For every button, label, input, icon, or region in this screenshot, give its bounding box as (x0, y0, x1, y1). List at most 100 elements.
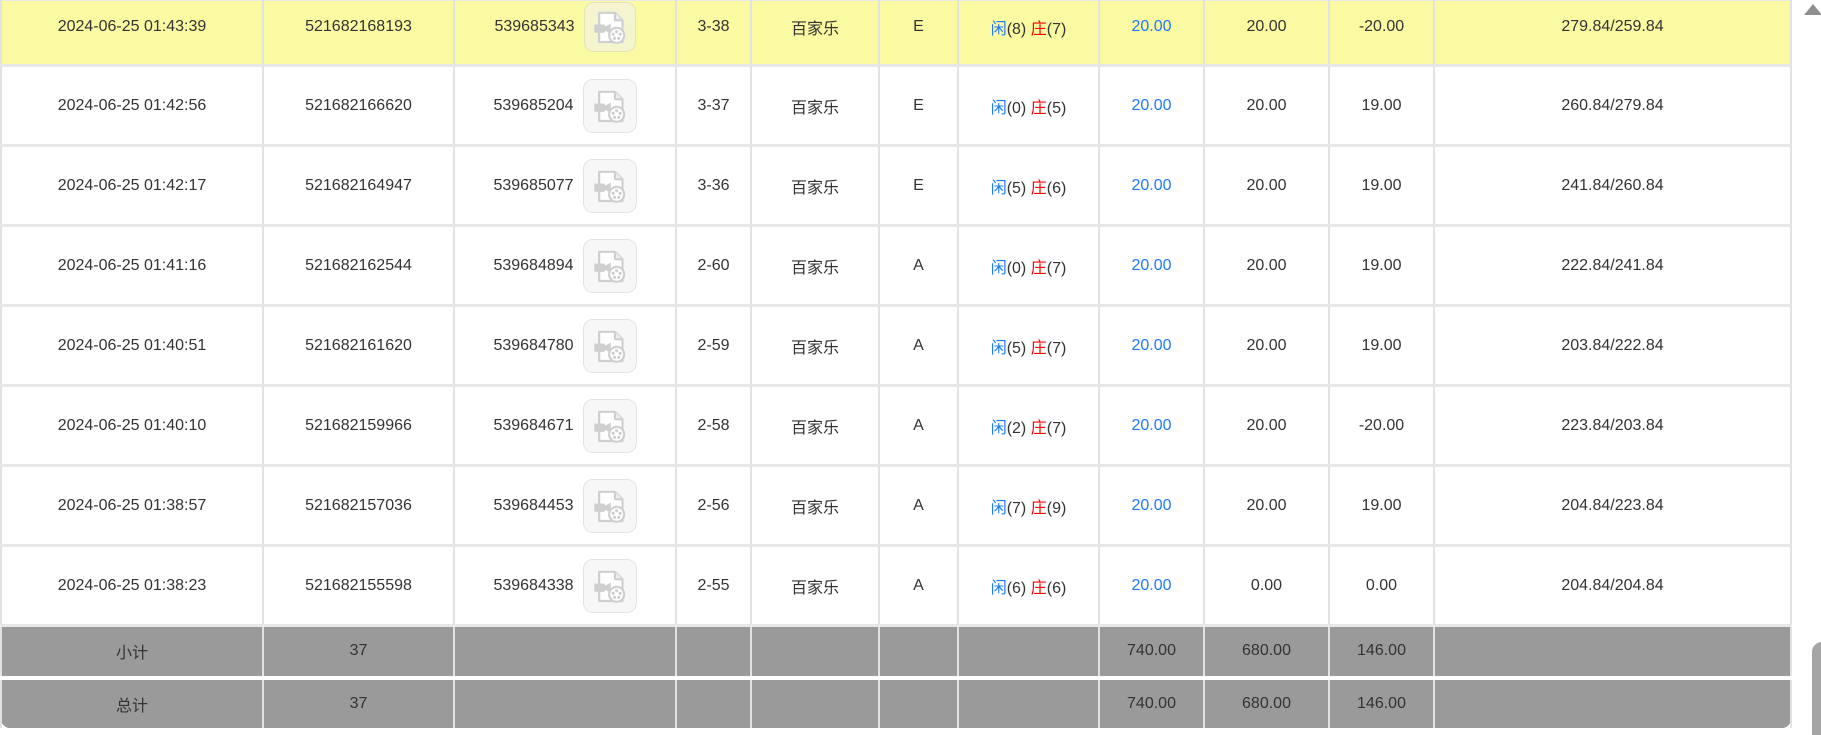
cell-valid-bet: 20.00 (1204, 306, 1329, 386)
video-replay-button[interactable] (583, 159, 637, 213)
cell-round-number: 3-38 (676, 1, 751, 66)
banker-label: 庄 (1031, 340, 1047, 357)
banker-label: 庄 (1031, 500, 1047, 517)
cell-game-id: 539684780 (454, 306, 676, 386)
summary-bet-total: 740.00 (1099, 626, 1204, 678)
scrollbar-thumb[interactable] (1812, 642, 1821, 735)
cell-valid-bet: 20.00 (1204, 146, 1329, 226)
summary-empty-cell (751, 626, 879, 678)
cell-game-id: 539684453 (454, 466, 676, 546)
table-row: 2024-06-25 01:42:56 521682166620 5396852… (1, 66, 1791, 146)
table-row: 2024-06-25 01:43:39 521682168193 5396853… (1, 1, 1791, 66)
cell-valid-bet: 0.00 (1204, 546, 1329, 626)
cell-win-loss: -20.00 (1329, 1, 1434, 66)
cell-table-code: E (879, 146, 958, 226)
cell-bet-time: 2024-06-25 01:42:56 (1, 66, 263, 146)
cell-order-id: 521682168193 (263, 1, 454, 66)
cell-bet-amount: 20.00 (1099, 226, 1204, 306)
player-label: 闲 (991, 340, 1007, 357)
summary-row: 小计 37 740.00 680.00 146.00 (1, 626, 1791, 678)
cell-game-type: 百家乐 (751, 546, 879, 626)
cell-balance: 223.84/203.84 (1434, 386, 1791, 466)
video-replay-button[interactable] (584, 2, 636, 52)
game-id-text: 539684894 (493, 257, 573, 275)
video-replay-button[interactable] (583, 319, 637, 373)
bet-amount-link[interactable]: 20.00 (1131, 18, 1171, 35)
bet-amount-link[interactable]: 20.00 (1131, 97, 1171, 114)
cell-bet-time: 2024-06-25 01:38:23 (1, 546, 263, 626)
summary-label: 小计 (1, 626, 263, 678)
table-row: 2024-06-25 01:41:16 521682162544 5396848… (1, 226, 1791, 306)
cell-order-id: 521682166620 (263, 66, 454, 146)
cell-win-loss: 0.00 (1329, 546, 1434, 626)
banker-label: 庄 (1031, 580, 1047, 597)
cell-valid-bet: 20.00 (1204, 1, 1329, 66)
records-page: 2024-06-25 01:43:39 521682168193 5396853… (0, 0, 1821, 735)
table-row: 2024-06-25 01:38:23 521682155598 5396843… (1, 546, 1791, 626)
summary-valid-total: 680.00 (1204, 678, 1329, 728)
cell-result: 闲(5) 庄(7) (958, 306, 1099, 386)
cell-order-id: 521682157036 (263, 466, 454, 546)
player-label: 闲 (991, 21, 1007, 38)
bet-amount-link[interactable]: 20.00 (1131, 417, 1171, 434)
bet-amount-link[interactable]: 20.00 (1131, 177, 1171, 194)
table-body: 2024-06-25 01:43:39 521682168193 5396853… (1, 1, 1791, 626)
cell-round-number: 2-55 (676, 546, 751, 626)
banker-score: (6) (1047, 180, 1067, 197)
summary-empty-cell (1434, 626, 1791, 678)
player-label: 闲 (991, 260, 1007, 277)
cell-bet-time: 2024-06-25 01:38:57 (1, 466, 263, 546)
cell-bet-amount: 20.00 (1099, 1, 1204, 66)
cell-valid-bet: 20.00 (1204, 386, 1329, 466)
cell-game-id: 539684894 (454, 226, 676, 306)
cell-result: 闲(0) 庄(7) (958, 226, 1099, 306)
cell-game-id: 539685204 (454, 66, 676, 146)
cell-order-id: 521682164947 (263, 146, 454, 226)
video-replay-button[interactable] (583, 399, 637, 453)
cell-win-loss: 19.00 (1329, 226, 1434, 306)
cell-bet-amount: 20.00 (1099, 546, 1204, 626)
video-file-icon (590, 86, 630, 126)
cell-win-loss: 19.00 (1329, 66, 1434, 146)
cell-order-id: 521682155598 (263, 546, 454, 626)
scroll-up-arrow-icon[interactable] (1804, 4, 1821, 15)
player-score: (0) (1007, 260, 1027, 277)
cell-game-type: 百家乐 (751, 466, 879, 546)
banker-score: (7) (1047, 420, 1067, 437)
cell-result: 闲(7) 庄(9) (958, 466, 1099, 546)
video-replay-button[interactable] (583, 559, 637, 613)
cell-bet-time: 2024-06-25 01:40:10 (1, 386, 263, 466)
video-replay-button[interactable] (583, 239, 637, 293)
cell-table-code: A (879, 386, 958, 466)
game-id-text: 539684338 (493, 577, 573, 595)
player-score: (5) (1007, 340, 1027, 357)
player-score: (8) (1007, 21, 1027, 38)
bet-amount-link[interactable]: 20.00 (1131, 337, 1171, 354)
banker-label: 庄 (1031, 180, 1047, 197)
video-file-icon (590, 326, 630, 366)
cell-balance: 222.84/241.84 (1434, 226, 1791, 306)
bet-amount-link[interactable]: 20.00 (1131, 257, 1171, 274)
summary-empty-cell (879, 678, 958, 728)
table-row: 2024-06-25 01:38:57 521682157036 5396844… (1, 466, 1791, 546)
summary-row: 总计 37 740.00 680.00 146.00 (1, 678, 1791, 728)
banker-label: 庄 (1031, 260, 1047, 277)
cell-game-id: 539685343 (454, 1, 676, 66)
bet-amount-link[interactable]: 20.00 (1131, 497, 1171, 514)
cell-valid-bet: 20.00 (1204, 226, 1329, 306)
video-replay-button[interactable] (583, 479, 637, 533)
cell-round-number: 2-60 (676, 226, 751, 306)
cell-bet-time: 2024-06-25 01:43:39 (1, 1, 263, 66)
cell-bet-amount: 20.00 (1099, 146, 1204, 226)
summary-empty-cell (958, 678, 1099, 728)
video-replay-button[interactable] (583, 79, 637, 133)
summary-count: 37 (263, 678, 454, 728)
cell-round-number: 2-56 (676, 466, 751, 546)
summary-bet-total: 740.00 (1099, 678, 1204, 728)
summary-empty-cell (958, 626, 1099, 678)
cell-table-code: E (879, 66, 958, 146)
bet-amount-link[interactable]: 20.00 (1131, 577, 1171, 594)
table-footer: 小计 37 740.00 680.00 146.00 总计 37 740.00 … (1, 626, 1791, 728)
table-row: 2024-06-25 01:40:10 521682159966 5396846… (1, 386, 1791, 466)
cell-bet-time: 2024-06-25 01:41:16 (1, 226, 263, 306)
